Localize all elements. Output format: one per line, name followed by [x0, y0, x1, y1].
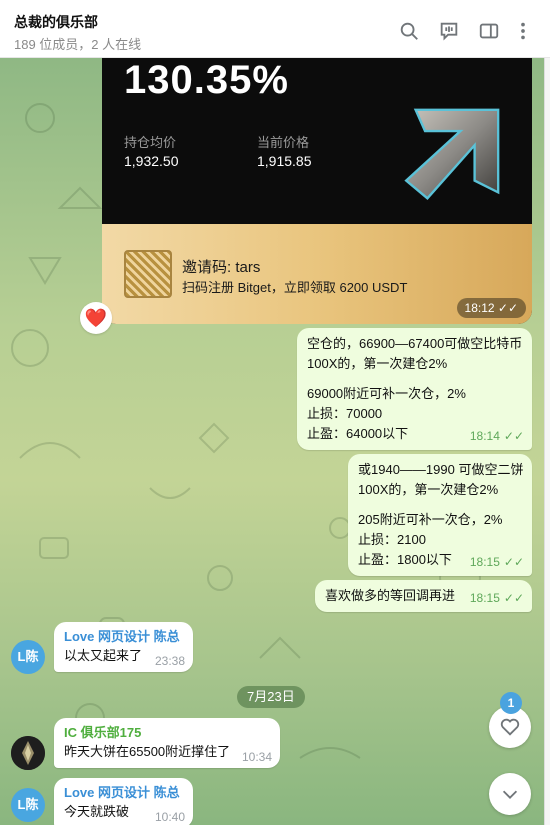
- current-price-label: 当前价格: [257, 135, 310, 150]
- avatar[interactable]: [11, 736, 45, 770]
- avatar[interactable]: L陈: [11, 788, 45, 822]
- sidebar-icon[interactable]: [478, 20, 500, 42]
- invite-text: 扫码注册 Bitget，立即领取 6200 USDT: [182, 280, 408, 295]
- heart-icon: [500, 718, 520, 736]
- outgoing-message[interactable]: 喜欢做多的等回调再进 18:15 ✓✓: [315, 580, 532, 612]
- message-meta: 18:14 ✓✓: [469, 429, 524, 443]
- message-time: 23:38: [154, 654, 185, 668]
- message-line: 205附近可补一次仓，2%: [358, 512, 503, 527]
- search-icon[interactable]: [398, 20, 420, 42]
- chat-subtitle: 189 位成员，2 人在线: [14, 37, 142, 52]
- message-line: [307, 374, 522, 384]
- date-separator: 7月23日: [237, 686, 305, 708]
- outgoing-message[interactable]: 或1940——1990 可做空二饼 100X的，第一次建仓2% 205附近可补一…: [348, 454, 532, 576]
- current-price-value: 1,915.85: [257, 153, 312, 169]
- read-check-icon: ✓✓: [503, 555, 524, 569]
- invite-code: 邀请码: tars: [182, 259, 261, 276]
- message-line: 100X的，第一次建仓2%: [307, 356, 448, 371]
- incoming-message[interactable]: Love 网页设计 陈总 以太又起来了 23:38: [54, 622, 193, 672]
- sender-name[interactable]: IC 俱乐部175: [64, 724, 270, 742]
- qr-code: [124, 250, 172, 298]
- invite-banner: 邀请码: tars 扫码注册 Bitget，立即领取 6200 USDT 18:…: [102, 224, 532, 324]
- avatar-image: [11, 736, 45, 770]
- message-line: 空仓的，66900—67400可做空比特币: [307, 336, 523, 351]
- chat-header: 总裁的俱乐部 189 位成员，2 人在线: [0, 0, 550, 58]
- profit-percent: 130.35%: [124, 58, 289, 102]
- outgoing-message[interactable]: 空仓的，66900—67400可做空比特币 100X的，第一次建仓2% 6900…: [297, 328, 532, 450]
- chevron-down-icon: [502, 790, 518, 799]
- read-check-icon: ✓✓: [503, 429, 524, 443]
- message-line: 69000附近可补一次仓，2%: [307, 386, 466, 401]
- avg-price-label: 持仓均价: [124, 135, 177, 150]
- incoming-message[interactable]: IC 俱乐部175 昨天大饼在65500附近撑住了 10:34: [54, 718, 280, 768]
- live-chat-icon[interactable]: [438, 20, 460, 42]
- arrow-up-icon: [404, 108, 500, 200]
- message-text: 昨天大饼在65500附近撑住了: [64, 744, 231, 759]
- chat-title[interactable]: 总裁的俱乐部: [14, 12, 98, 32]
- sender-name[interactable]: Love 网页设计 陈总: [64, 784, 183, 802]
- message-meta: 18:15 ✓✓: [469, 555, 524, 569]
- sender-name[interactable]: Love 网页设计 陈总: [64, 628, 183, 646]
- message-line: 100X的，第一次建仓2%: [358, 482, 499, 497]
- unread-badge: 1: [500, 692, 522, 714]
- message-line: [358, 500, 522, 510]
- message-line: 或1940——1990 可做空二饼: [358, 462, 524, 477]
- read-check-icon: ✓✓: [497, 301, 518, 315]
- incoming-message[interactable]: Love 网页设计 陈总 今天就跌破 10:40: [54, 778, 193, 825]
- avg-price-value: 1,932.50: [124, 153, 179, 169]
- message-meta: 18:15 ✓✓: [469, 591, 524, 605]
- more-icon[interactable]: [512, 20, 534, 42]
- message-line: 止损：70000: [307, 406, 383, 421]
- image-message-card[interactable]: 130.35% 持仓均价 1,932.50 当前价格 1,915.85 邀请码:…: [102, 58, 532, 324]
- read-check-icon: ✓✓: [503, 591, 524, 605]
- message-time: 18:12 ✓✓: [456, 298, 526, 318]
- avatar[interactable]: L陈: [11, 640, 45, 674]
- heart-reaction-icon[interactable]: ❤️: [80, 302, 112, 334]
- message-time: 10:34: [241, 750, 272, 764]
- right-edge-panel: [544, 58, 550, 825]
- scroll-down-button[interactable]: [489, 773, 531, 815]
- message-time: 10:40: [154, 810, 185, 824]
- message-line: 止损：2100: [358, 532, 426, 547]
